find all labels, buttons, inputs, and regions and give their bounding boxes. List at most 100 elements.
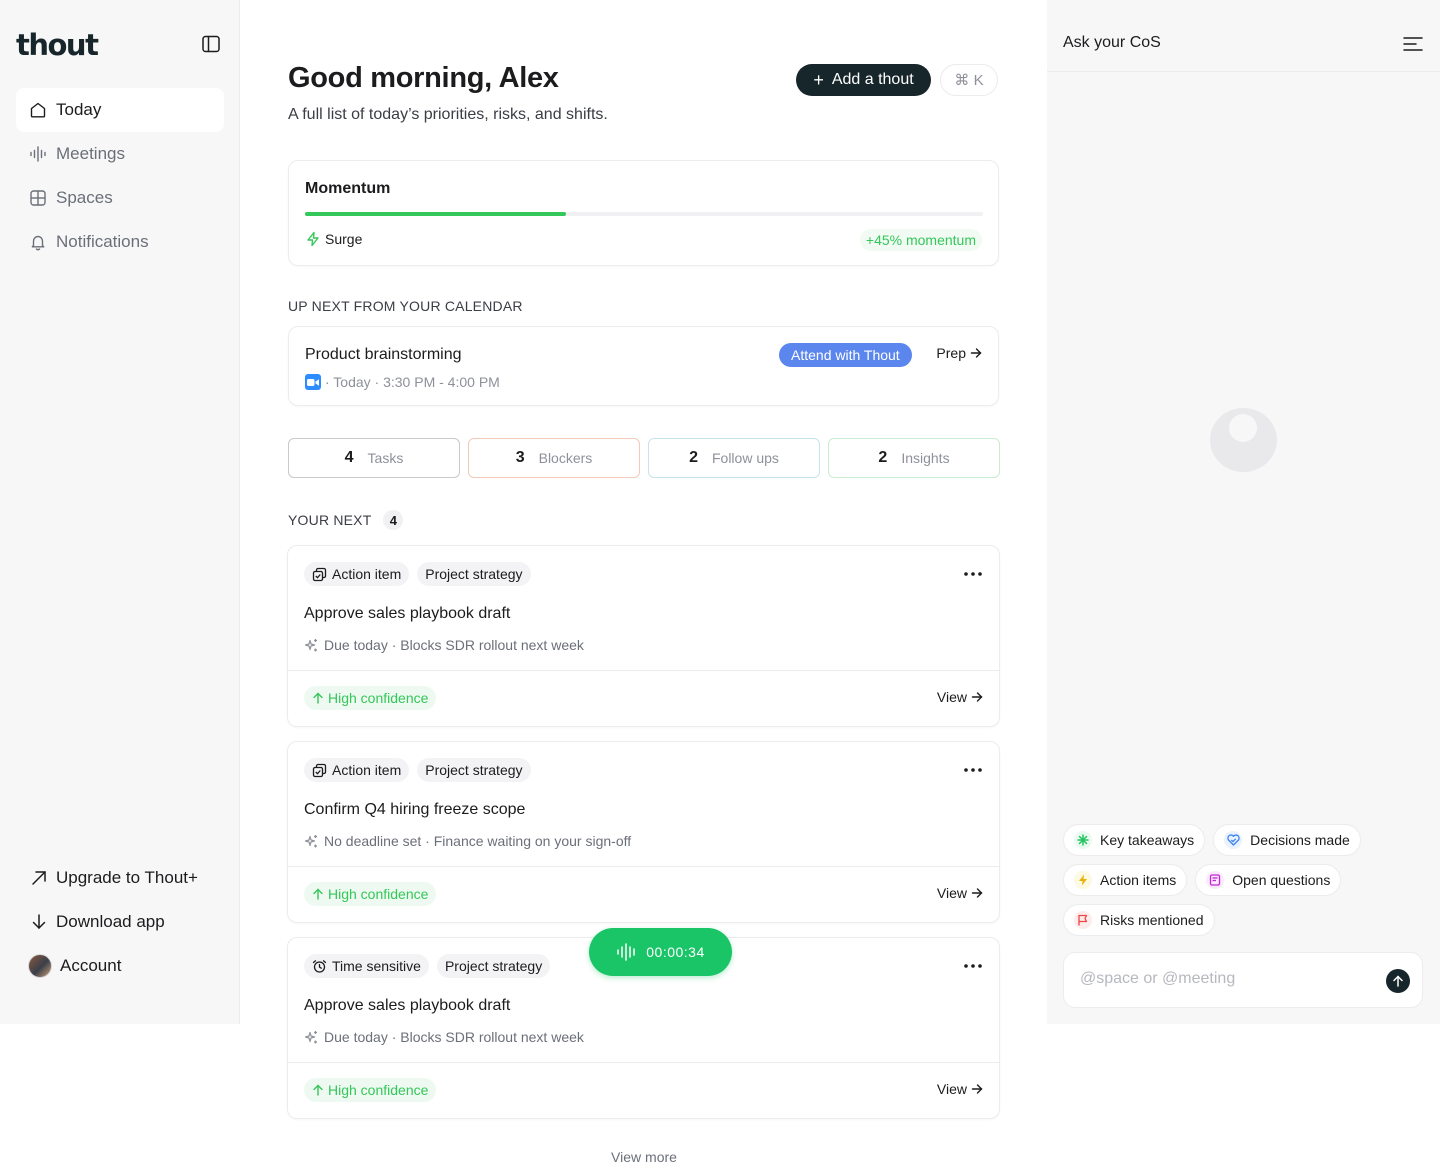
- arrow-right-icon: [971, 887, 983, 899]
- prep-label: Prep: [936, 345, 966, 361]
- confidence-badge: High confidence: [304, 882, 437, 906]
- sidebar-item-notifications[interactable]: Notifications: [16, 220, 224, 264]
- account-link[interactable]: Account: [28, 944, 228, 988]
- sidebar-item-today[interactable]: Today: [16, 88, 224, 132]
- arrow-right-icon: [971, 691, 983, 703]
- flag-icon: [1074, 911, 1092, 929]
- sidebar-item-label: Today: [56, 100, 102, 119]
- waveform-icon: [616, 942, 638, 962]
- chip-key-takeaways[interactable]: Key takeaways: [1063, 824, 1206, 856]
- task-type-label: Action item: [332, 566, 402, 582]
- prep-link[interactable]: Prep: [936, 345, 982, 361]
- task-type-tag: Action item: [304, 758, 410, 782]
- chat-input[interactable]: [1080, 970, 1370, 988]
- task-title: Approve sales playbook draft: [304, 997, 511, 1014]
- chip-label: Decisions made: [1250, 832, 1350, 848]
- avatar: [28, 954, 52, 978]
- task-title: Confirm Q4 hiring freeze scope: [304, 801, 526, 818]
- task-meta-text: Due today · Blocks SDR rollout next week: [324, 1029, 584, 1045]
- more-options-icon[interactable]: [963, 956, 983, 976]
- task-tags: Action item Project strategy: [304, 562, 539, 586]
- thout-logo[interactable]: thout: [16, 28, 99, 62]
- download-label: Download app: [56, 912, 165, 931]
- confidence-label: High confidence: [328, 690, 429, 706]
- stat-count: 4: [344, 449, 354, 466]
- sidebar-item-meetings[interactable]: Meetings: [16, 132, 224, 176]
- chip-risks-mentioned[interactable]: Risks mentioned: [1063, 904, 1215, 936]
- view-more-link[interactable]: View more: [288, 1149, 1000, 1165]
- upgrade-link[interactable]: Upgrade to Thout+: [28, 856, 228, 900]
- chip-decisions-made[interactable]: Decisions made: [1213, 824, 1361, 856]
- momentum-title: Momentum: [305, 180, 391, 197]
- arrow-right-icon: [970, 347, 982, 359]
- send-button[interactable]: [1386, 969, 1410, 993]
- suggestion-chips: Key takeaways Decisions made Action item…: [1063, 824, 1423, 944]
- sidebar-toggle-icon[interactable]: [200, 33, 222, 55]
- arrow-up-icon: [312, 1084, 324, 1096]
- sidebar-item-label: Spaces: [56, 188, 113, 207]
- arrow-down-icon: [28, 911, 50, 933]
- add-thout-label: Add a thout: [831, 71, 914, 88]
- momentum-status-label: Surge: [325, 231, 363, 247]
- task-space-tag: Project strategy: [417, 562, 531, 586]
- task-type-tag: Action item: [304, 562, 410, 586]
- sparkle-icon: [1074, 831, 1092, 849]
- task-card[interactable]: Action item Project strategy Confirm Q4 …: [287, 741, 1000, 923]
- view-task-link[interactable]: View: [937, 689, 983, 705]
- chip-label: Open questions: [1232, 872, 1331, 888]
- more-options-icon[interactable]: [963, 564, 983, 584]
- calendar-section-label: UP NEXT FROM YOUR CALENDAR: [288, 298, 523, 314]
- stat-follow-ups[interactable]: 2 Follow ups: [648, 438, 820, 478]
- stat-count: 2: [689, 449, 698, 466]
- task-meta: Due today · Blocks SDR rollout next week: [304, 637, 584, 653]
- confidence-badge: High confidence: [304, 686, 437, 710]
- divider: [288, 866, 999, 867]
- action-item-icon: [312, 567, 327, 582]
- momentum-badge: +45% momentum: [859, 229, 982, 251]
- page-title: Good morning, Alex: [288, 62, 559, 94]
- event-meta: · Today · 3:30 PM - 4:00 PM: [305, 374, 500, 390]
- confidence-label: High confidence: [328, 1082, 429, 1098]
- menu-icon[interactable]: [1402, 33, 1424, 55]
- more-options-icon[interactable]: [963, 760, 983, 780]
- calendar-event-card[interactable]: Product brainstorming · Today · 3:30 PM …: [288, 326, 999, 406]
- momentum-card: Momentum Surge +45% momentum: [288, 160, 999, 266]
- ask-cos-panel: Ask your CoS Key takeaways Decisions mad…: [1047, 0, 1440, 1024]
- command-shortcut-button[interactable]: ⌘ K: [940, 64, 998, 96]
- sparkles-icon: [304, 1030, 319, 1045]
- task-meta-text: No deadline set · Finance waiting on you…: [324, 833, 632, 849]
- chip-open-questions[interactable]: Open questions: [1195, 864, 1342, 896]
- stat-insights[interactable]: 2 Insights: [828, 438, 1000, 478]
- your-next-count: 4: [383, 510, 404, 530]
- add-thout-button[interactable]: + Add a thout: [796, 64, 931, 96]
- bell-icon: [28, 232, 48, 252]
- stat-label: Blockers: [538, 450, 593, 466]
- task-card[interactable]: Action item Project strategy Approve sal…: [287, 545, 1000, 727]
- home-icon: [28, 100, 48, 120]
- task-space-tag: Project strategy: [436, 954, 551, 978]
- task-type-label: Time sensitive: [332, 958, 421, 974]
- sidebar-item-spaces[interactable]: Spaces: [16, 176, 224, 220]
- view-task-link[interactable]: View: [937, 1081, 983, 1097]
- arrow-up-icon: [312, 888, 324, 900]
- chip-action-items[interactable]: Action items: [1063, 864, 1188, 896]
- upgrade-label: Upgrade to Thout+: [56, 868, 198, 887]
- stat-blockers[interactable]: 3 Blockers: [468, 438, 640, 478]
- recording-indicator-button[interactable]: 00:00:34: [589, 928, 732, 976]
- task-space-tag: Project strategy: [417, 758, 531, 782]
- confidence-label: High confidence: [328, 886, 429, 902]
- stat-label: Follow ups: [711, 450, 779, 466]
- panel-header: Ask your CoS: [1047, 0, 1440, 72]
- main-nav: Today Meetings Spaces Notifications: [16, 88, 224, 264]
- sidebar-bottom: Upgrade to Thout+ Download app Account: [28, 856, 228, 988]
- download-app-link[interactable]: Download app: [28, 900, 228, 944]
- stat-tasks[interactable]: 4 Tasks: [288, 438, 460, 478]
- assistant-orb-icon: [1210, 407, 1277, 472]
- task-meta: Due today · Blocks SDR rollout next week: [304, 1029, 584, 1045]
- attend-with-thout-button[interactable]: Attend with Thout: [779, 343, 912, 367]
- view-label: View: [936, 885, 967, 901]
- alarm-icon: [312, 959, 327, 974]
- momentum-progress-fill: [305, 212, 567, 216]
- view-task-link[interactable]: View: [937, 885, 983, 901]
- arrow-up-right-icon: [28, 867, 50, 889]
